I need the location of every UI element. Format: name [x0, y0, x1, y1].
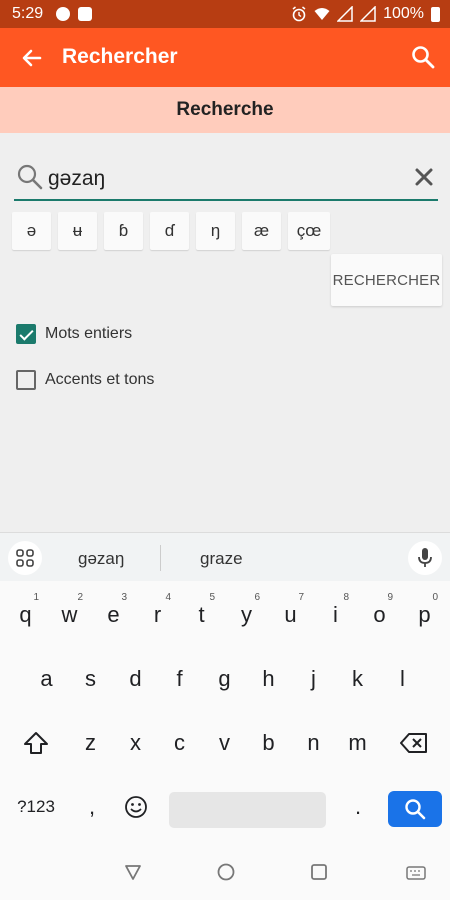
search-icon	[405, 799, 426, 820]
microphone-icon[interactable]	[408, 541, 442, 575]
key[interactable]: r4	[136, 591, 179, 639]
char-button[interactable]: æ	[242, 212, 281, 250]
keyboard-suggestion-bar: gəzaŋ graze	[0, 532, 450, 581]
keyboard-row-3: z x c v b n m	[0, 719, 450, 771]
key[interactable]: k	[336, 655, 379, 703]
nav-home-icon[interactable]	[216, 862, 236, 882]
suggestion-divider	[160, 545, 161, 571]
suggestion-item[interactable]: gəzaŋ	[78, 549, 124, 569]
clear-icon[interactable]	[412, 165, 436, 189]
section-header: Recherche	[0, 87, 450, 133]
page-title: Rechercher	[62, 45, 178, 68]
battery-level: 100%	[383, 5, 424, 22]
keyboard-row-2: a s d f g h j k l	[0, 655, 450, 707]
comma-key[interactable]: ,	[72, 783, 112, 831]
notification-square-icon	[78, 7, 92, 21]
char-button[interactable]: ʉ	[58, 212, 97, 250]
char-button[interactable]: ɓ	[104, 212, 143, 250]
whole-words-checkbox[interactable]	[16, 324, 36, 344]
char-button[interactable]: ə	[12, 212, 51, 250]
space-key[interactable]	[169, 792, 326, 828]
search-icon[interactable]	[410, 44, 436, 70]
accents-option[interactable]: Accents et tons	[16, 370, 154, 390]
battery-icon	[431, 6, 440, 22]
nav-recents-icon[interactable]	[309, 862, 329, 882]
whole-words-option[interactable]: Mots entiers	[16, 324, 132, 344]
emoji-key[interactable]	[114, 783, 158, 831]
status-bar: 5:29 100%	[0, 0, 450, 28]
key[interactable]: j	[292, 655, 335, 703]
key[interactable]: o9	[358, 591, 401, 639]
special-char-bar: ə ʉ ɓ ɗ ŋ æ çœ	[12, 212, 330, 250]
back-arrow-icon[interactable]	[18, 44, 46, 72]
key[interactable]: b	[247, 719, 290, 767]
magnifier-icon	[17, 164, 43, 190]
emoji-icon	[125, 796, 147, 818]
key[interactable]: d	[114, 655, 157, 703]
nav-back-icon[interactable]	[123, 862, 143, 882]
search-enter-key[interactable]	[388, 791, 442, 827]
key[interactable]: i8	[314, 591, 357, 639]
key[interactable]: l	[381, 655, 424, 703]
char-button[interactable]: ɗ	[150, 212, 189, 250]
key[interactable]: u7	[269, 591, 312, 639]
accents-checkbox[interactable]	[16, 370, 36, 390]
search-field[interactable]: gəzaŋ	[14, 159, 438, 201]
navigation-bar	[0, 846, 450, 900]
key[interactable]: h	[247, 655, 290, 703]
char-button[interactable]: çœ	[288, 212, 330, 250]
apps-grid-icon[interactable]	[8, 541, 42, 575]
key[interactable]: n	[292, 719, 335, 767]
shift-key[interactable]	[12, 719, 60, 767]
key[interactable]: g	[203, 655, 246, 703]
notification-dot-icon	[56, 7, 70, 21]
signal-2-icon	[360, 6, 376, 22]
search-button[interactable]: RECHERCHER	[331, 254, 442, 306]
key[interactable]: p0	[403, 591, 446, 639]
accents-label: Accents et tons	[45, 371, 155, 388]
key[interactable]: e3	[92, 591, 135, 639]
key[interactable]: m	[336, 719, 379, 767]
wifi-icon	[314, 8, 330, 20]
backspace-icon	[400, 733, 427, 753]
keyboard-switch-icon[interactable]	[406, 866, 426, 880]
keyboard-row-1: q1 w2 e3 r4 t5 y6 u7 i8 o9 p0	[0, 591, 450, 643]
key[interactable]: w2	[48, 591, 91, 639]
shift-icon	[24, 732, 48, 754]
key[interactable]: x	[114, 719, 157, 767]
signal-icon	[337, 6, 353, 22]
key[interactable]: f	[158, 655, 201, 703]
status-time: 5:29	[12, 5, 44, 22]
app-bar: Rechercher	[0, 28, 450, 87]
key[interactable]: a	[25, 655, 68, 703]
key[interactable]: z	[69, 719, 112, 767]
key[interactable]: t5	[180, 591, 223, 639]
whole-words-label: Mots entiers	[45, 325, 133, 342]
key[interactable]: y6	[225, 591, 268, 639]
key[interactable]: s	[69, 655, 112, 703]
key[interactable]: q1	[4, 591, 47, 639]
alarm-icon	[292, 6, 306, 22]
soft-keyboard: q1 w2 e3 r4 t5 y6 u7 i8 o9 p0 a s d f g …	[0, 581, 450, 846]
key[interactable]: v	[203, 719, 246, 767]
search-input[interactable]: gəzaŋ	[48, 167, 105, 191]
backspace-key[interactable]	[388, 719, 440, 767]
section-title: Recherche	[176, 99, 274, 120]
symbols-key[interactable]: ?123	[8, 783, 64, 831]
char-button[interactable]: ŋ	[196, 212, 235, 250]
suggestion-item[interactable]: graze	[200, 549, 243, 569]
period-key[interactable]: .	[336, 783, 380, 831]
key[interactable]: c	[158, 719, 201, 767]
